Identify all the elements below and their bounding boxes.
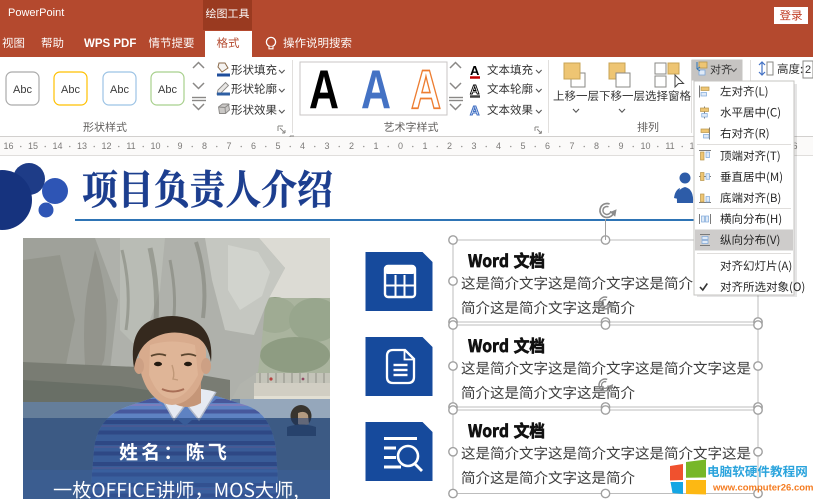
svg-text:1: 1	[422, 141, 427, 151]
svg-text:PowerPoint: PowerPoint	[8, 7, 64, 19]
svg-text:A: A	[309, 58, 339, 120]
svg-text:16: 16	[3, 141, 13, 151]
svg-text:Abc: Abc	[110, 84, 129, 96]
svg-text:www.computer26.com: www.computer26.com	[712, 483, 813, 494]
svg-text:9: 9	[618, 141, 623, 151]
svg-text:5: 5	[275, 141, 280, 151]
svg-text:9: 9	[177, 141, 182, 151]
svg-text:Abc: Abc	[13, 84, 32, 96]
svg-text:10: 10	[150, 141, 160, 151]
svg-text:11: 11	[126, 141, 135, 151]
svg-text:A: A	[411, 58, 441, 120]
svg-text:A: A	[361, 58, 391, 120]
svg-text:A: A	[470, 63, 480, 78]
svg-text:4: 4	[300, 141, 305, 151]
svg-text:WPS PDF: WPS PDF	[84, 38, 136, 50]
svg-text:Abc: Abc	[61, 84, 80, 96]
svg-text:10: 10	[640, 141, 650, 151]
svg-text:8: 8	[594, 141, 599, 151]
svg-text:2: 2	[349, 141, 354, 151]
svg-text:13: 13	[77, 141, 87, 151]
svg-text:8: 8	[202, 141, 207, 151]
svg-text:6: 6	[251, 141, 256, 151]
svg-text:0: 0	[398, 141, 403, 151]
svg-text:11: 11	[665, 141, 674, 151]
svg-text:7: 7	[226, 141, 231, 151]
svg-text:1: 1	[373, 141, 378, 151]
svg-text:6: 6	[545, 141, 550, 151]
svg-text:2: 2	[447, 141, 452, 151]
svg-text:3: 3	[324, 141, 329, 151]
svg-text:7: 7	[569, 141, 574, 151]
svg-text:Abc: Abc	[158, 84, 177, 96]
svg-text:5: 5	[520, 141, 525, 151]
svg-text:4: 4	[496, 141, 501, 151]
svg-text:2: 2	[805, 64, 811, 76]
svg-text:14: 14	[52, 141, 62, 151]
svg-text:A: A	[470, 103, 480, 118]
svg-text:A: A	[470, 82, 480, 97]
svg-text:3: 3	[471, 141, 476, 151]
svg-text:12: 12	[101, 141, 111, 151]
svg-text:15: 15	[28, 141, 38, 151]
